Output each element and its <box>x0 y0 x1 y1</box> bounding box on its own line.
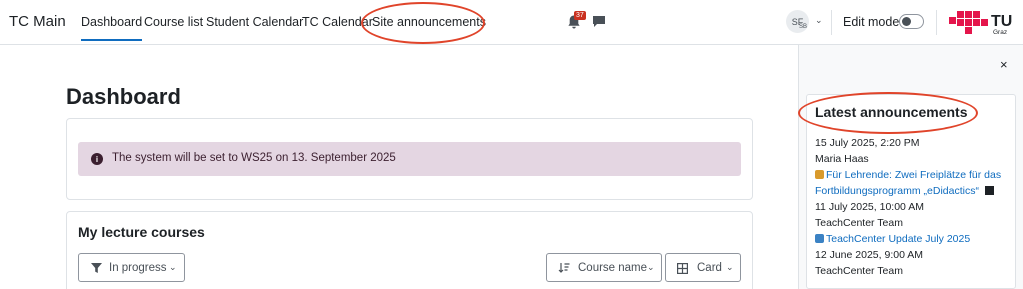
nav-course-list[interactable]: Course list <box>144 15 203 29</box>
notification-count-badge: 37 <box>574 11 586 20</box>
alert-text: The system will be set to WS25 on 13. Se… <box>112 152 396 164</box>
chevron-down-icon: ⌄ <box>169 262 177 272</box>
divider <box>936 10 937 35</box>
filter-dropdown[interactable]: In progress ⌄ <box>78 253 185 282</box>
chevron-down-icon[interactable]: ⌄ <box>815 15 823 26</box>
announcement-author: TeachCenter Team <box>815 265 903 277</box>
announcement-title: Für Lehrende: Zwei Freiplätze für das <box>826 169 1002 181</box>
laptop-emoji-icon <box>984 186 994 195</box>
view-dropdown[interactable]: Card ⌄ <box>665 253 741 282</box>
courses-heading: My lecture courses <box>78 224 205 240</box>
nav-dashboard[interactable]: Dashboard <box>81 15 143 41</box>
new-emoji-icon <box>815 234 824 243</box>
highlight-ellipse <box>361 2 485 44</box>
system-alert: i The system will be set to WS25 on 13. … <box>78 142 741 176</box>
announcement-title-cont: Fortbildungsprogramm „eDidactics“ <box>815 185 979 197</box>
close-icon[interactable]: × <box>1000 57 1008 72</box>
top-navbar: TC Main Dashboard Course list Student Ca… <box>0 0 1023 45</box>
announcement-date: 12 June 2025, 9:00 AM <box>815 249 923 261</box>
info-icon: i <box>91 153 103 165</box>
chat-bubble-icon[interactable] <box>592 15 606 28</box>
announcement-date: 15 July 2025, 2:20 PM <box>815 137 920 149</box>
nav-student-calendar[interactable]: Student Calendar <box>206 15 303 29</box>
announcement-link[interactable]: Für Lehrende: Zwei Freiplätze für das <box>815 167 1001 183</box>
announcement-author: TeachCenter Team <box>815 217 903 229</box>
page-title: Dashboard <box>66 84 181 109</box>
sort-dropdown[interactable]: Course name ⌄ <box>546 253 662 282</box>
divider <box>831 10 832 35</box>
toggle-knob <box>902 17 911 26</box>
grid-icon <box>677 263 688 274</box>
edit-mode-label: Edit mode <box>843 15 900 29</box>
highlight-ellipse <box>798 92 978 134</box>
announcement-title: TeachCenter Update July 2025 <box>826 233 971 245</box>
logo-subtext: Graz <box>993 29 1007 36</box>
sort-icon <box>558 263 570 273</box>
filter-icon <box>91 263 102 273</box>
chevron-down-icon: ⌄ <box>647 262 655 272</box>
edit-mode-toggle[interactable] <box>899 14 924 29</box>
site-brand[interactable]: TC Main <box>9 13 66 30</box>
announcement-author: Maria Haas <box>815 153 869 165</box>
view-label: Card <box>697 262 722 274</box>
filter-label: In progress <box>109 262 167 274</box>
announcement-link-cont[interactable]: Fortbildungsprogramm „eDidactics“ <box>815 183 996 199</box>
tu-graz-logo[interactable]: TU Graz <box>949 9 1019 37</box>
announcement-link[interactable]: TeachCenter Update July 2025 <box>815 231 970 247</box>
announcement-date: 11 July 2025, 10:00 AM <box>815 201 924 213</box>
user-sub-initials: SB <box>799 24 808 30</box>
logo-text: TU <box>991 13 1012 30</box>
teacher-emoji-icon <box>815 170 824 179</box>
sort-label: Course name <box>578 262 648 274</box>
chevron-down-icon: ⌄ <box>726 262 734 272</box>
